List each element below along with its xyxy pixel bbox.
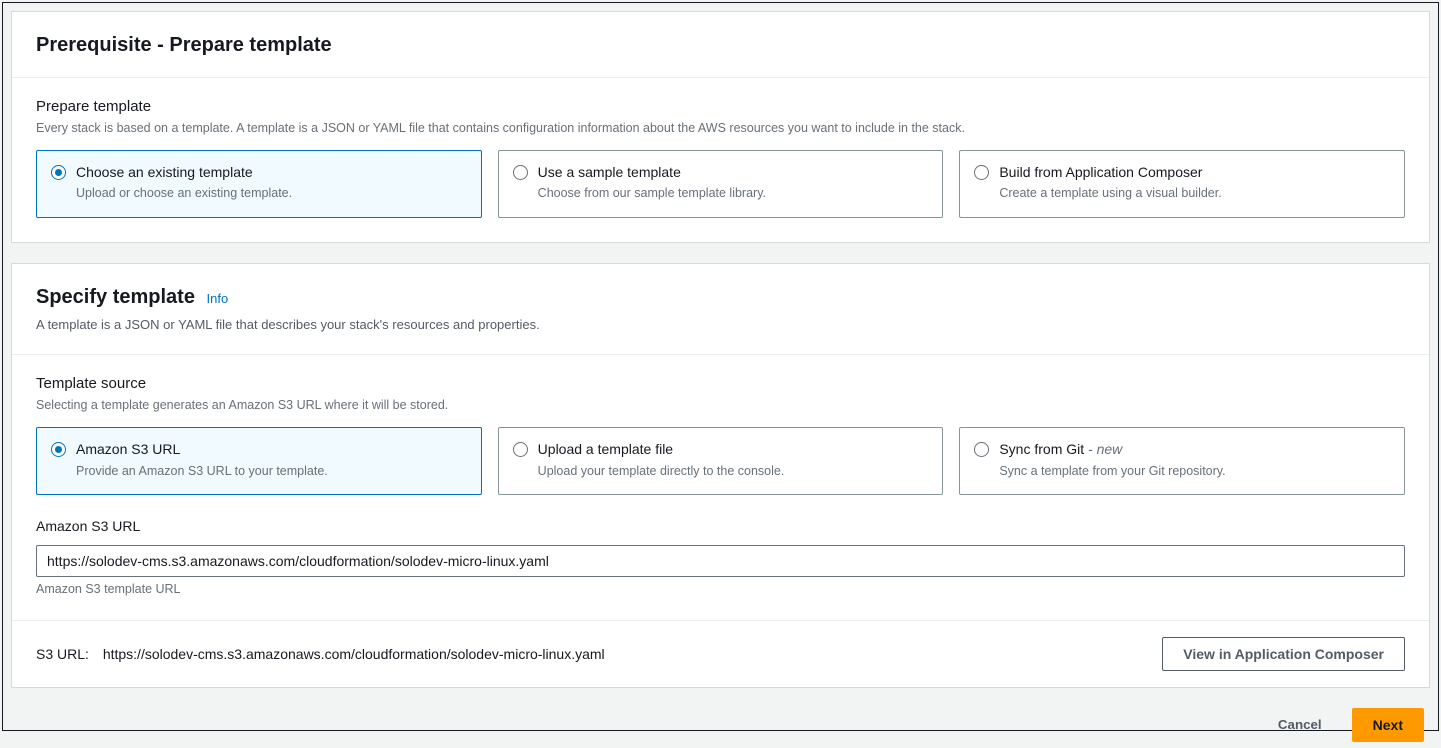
option-desc: Upload your template directly to the con… — [538, 463, 929, 481]
s3-url-display: S3 URL: https://solodev-cms.s3.amazonaws… — [36, 646, 605, 662]
next-button[interactable]: Next — [1352, 708, 1424, 742]
option-title: Sync from Git - new — [999, 440, 1390, 460]
option-desc: Upload or choose an existing template. — [76, 185, 467, 203]
s3-url-display-value: https://solodev-cms.s3.amazonaws.com/clo… — [103, 646, 605, 662]
option-choose-existing-template[interactable]: Choose an existing template Upload or ch… — [36, 150, 482, 218]
s3-url-hint: Amazon S3 template URL — [36, 582, 1405, 596]
s3-url-label: Amazon S3 URL — [36, 517, 1405, 537]
radio-icon — [513, 165, 528, 180]
option-title: Choose an existing template — [76, 163, 467, 183]
panel-specify-template: Specify template Info A template is a JS… — [11, 263, 1430, 688]
prepare-template-desc: Every stack is based on a template. A te… — [36, 119, 1405, 138]
option-use-sample-template[interactable]: Use a sample template Choose from our sa… — [498, 150, 944, 218]
option-desc: Create a template using a visual builder… — [999, 185, 1390, 203]
radio-icon — [51, 165, 66, 180]
panel-prerequisite-body: Prepare template Every stack is based on… — [12, 78, 1429, 242]
option-build-application-composer[interactable]: Build from Application Composer Create a… — [959, 150, 1405, 218]
panel-specify-template-title: Specify template Info — [36, 286, 1405, 309]
radio-icon — [51, 442, 66, 457]
radio-icon — [513, 442, 528, 457]
radio-icon — [974, 442, 989, 457]
option-desc: Provide an Amazon S3 URL to your templat… — [76, 463, 467, 481]
s3-url-field-block: Amazon S3 URL Amazon S3 template URL — [36, 517, 1405, 596]
panel-prerequisite: Prerequisite - Prepare template Prepare … — [11, 11, 1430, 243]
view-in-composer-button[interactable]: View in Application Composer — [1162, 637, 1405, 671]
option-title: Upload a template file — [538, 440, 929, 460]
prepare-template-label: Prepare template — [36, 98, 1405, 115]
template-source-options: Amazon S3 URL Provide an Amazon S3 URL t… — [36, 427, 1405, 495]
option-desc: Sync a template from your Git repository… — [999, 463, 1390, 481]
panel-specify-template-subtitle: A template is a JSON or YAML file that d… — [36, 315, 1405, 335]
panel-specify-template-footer: S3 URL: https://solodev-cms.s3.amazonaws… — [12, 620, 1429, 687]
radio-icon — [974, 165, 989, 180]
option-desc: Choose from our sample template library. — [538, 185, 929, 203]
option-title: Amazon S3 URL — [76, 440, 467, 460]
option-sync-from-git[interactable]: Sync from Git - new Sync a template from… — [959, 427, 1405, 495]
cancel-button[interactable]: Cancel — [1258, 709, 1342, 740]
s3-url-display-label: S3 URL: — [36, 646, 89, 662]
panel-specify-template-header: Specify template Info A template is a JS… — [12, 264, 1429, 356]
option-amazon-s3-url[interactable]: Amazon S3 URL Provide an Amazon S3 URL t… — [36, 427, 482, 495]
template-source-desc: Selecting a template generates an Amazon… — [36, 396, 1405, 415]
panel-prerequisite-title: Prerequisite - Prepare template — [36, 34, 1405, 57]
option-title: Build from Application Composer — [999, 163, 1390, 183]
prepare-template-options: Choose an existing template Upload or ch… — [36, 150, 1405, 218]
template-source-label: Template source — [36, 375, 1405, 392]
page-root: Prerequisite - Prepare template Prepare … — [2, 2, 1439, 731]
option-upload-template-file[interactable]: Upload a template file Upload your templ… — [498, 427, 944, 495]
panel-prerequisite-header: Prerequisite - Prepare template — [12, 12, 1429, 78]
s3-url-input[interactable] — [36, 545, 1405, 577]
panel-specify-template-body: Template source Selecting a template gen… — [12, 355, 1429, 619]
wizard-actions: Cancel Next — [11, 708, 1430, 748]
info-link[interactable]: Info — [207, 291, 229, 306]
option-title: Use a sample template — [538, 163, 929, 183]
